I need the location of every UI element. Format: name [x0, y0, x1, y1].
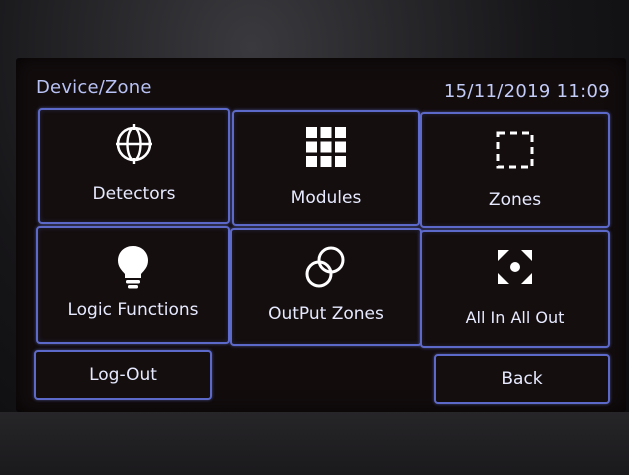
- date-time: 15/11/2019 11:09: [443, 81, 610, 102]
- tile-label: Logic Functions: [67, 300, 199, 320]
- tile-label: Detectors: [92, 184, 176, 204]
- overlapping-circles-icon: [305, 246, 345, 288]
- logic-functions-button[interactable]: Logic Functions: [36, 226, 230, 344]
- detectors-button[interactable]: Detectors: [38, 108, 230, 224]
- tile-label: Modules: [290, 188, 362, 208]
- dashed-square-icon: [496, 131, 534, 169]
- grid-icon: [306, 127, 346, 167]
- corner-arrows-dot-icon: [498, 250, 532, 284]
- lightbulb-icon: [118, 246, 148, 289]
- all-in-all-out-button[interactable]: All In All Out: [420, 230, 610, 348]
- globe-crosshair-icon: [116, 124, 152, 164]
- back-button[interactable]: Back: [434, 354, 610, 404]
- page-title: Device/Zone: [36, 77, 152, 98]
- tile-label: OutPut Zones: [268, 304, 384, 324]
- device-bezel-bottom: [0, 412, 629, 475]
- tile-label: All In All Out: [465, 308, 565, 327]
- tile-label: Zones: [488, 190, 542, 210]
- output-zones-button[interactable]: OutPut Zones: [230, 228, 422, 346]
- title-bar: Device/Zone 15/11/2019 11:09: [16, 58, 626, 106]
- zones-button[interactable]: Zones: [420, 112, 610, 228]
- modules-button[interactable]: Modules: [232, 110, 420, 226]
- touch-screen: Device/Zone 15/11/2019 11:09 Detectors M…: [16, 58, 626, 412]
- log-out-button[interactable]: Log-Out: [34, 350, 212, 400]
